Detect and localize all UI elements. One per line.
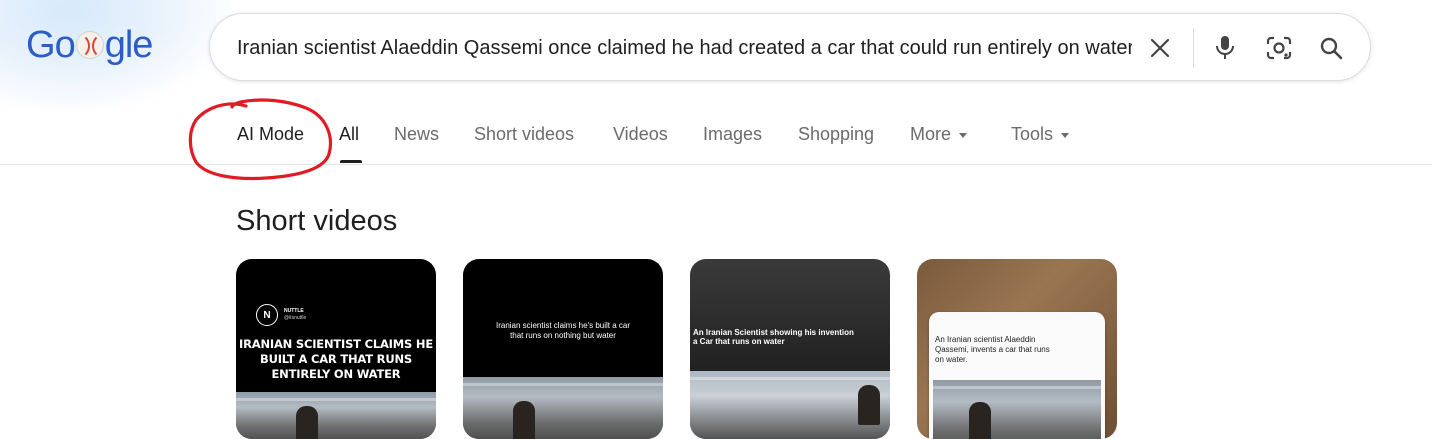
channel-logo-icon: N bbox=[256, 304, 278, 326]
video-thumbnail-scene bbox=[933, 380, 1101, 439]
video-caption: An Iranian Scientist showing his inventi… bbox=[693, 328, 854, 346]
active-tab-indicator bbox=[340, 160, 362, 163]
tab-ai-mode[interactable]: AI Mode bbox=[237, 124, 304, 145]
short-video-card[interactable]: An Iranian scientist Alaeddin Qassemi, i… bbox=[917, 259, 1117, 439]
chevron-down-icon bbox=[1061, 132, 1070, 138]
chevron-down-icon bbox=[959, 132, 968, 138]
short-video-card[interactable]: N NUTTLE @itsnuttle IRANIAN SCIENTIST CL… bbox=[236, 259, 436, 439]
short-video-card[interactable]: An Iranian Scientist showing his inventi… bbox=[690, 259, 890, 439]
tab-videos[interactable]: Videos bbox=[613, 124, 668, 145]
channel-badge: N NUTTLE @itsnuttle bbox=[256, 304, 306, 326]
search-tabs: AI Mode All News Short videos Videos Ima… bbox=[0, 112, 1432, 165]
google-logo[interactable]: Go gle bbox=[26, 20, 153, 70]
baseball-doodle-icon bbox=[75, 31, 104, 59]
video-thumbnail-scene bbox=[236, 392, 436, 439]
tools-label: Tools bbox=[1011, 124, 1054, 144]
channel-name: NUTTLE bbox=[284, 308, 304, 314]
video-inner-frame: An Iranian scientist Alaeddin Qassemi, i… bbox=[929, 312, 1105, 439]
short-video-card[interactable]: Iranian scientist claims he's built a ca… bbox=[463, 259, 663, 439]
video-caption: An Iranian scientist Alaeddin Qassemi, i… bbox=[935, 335, 1050, 364]
search-divider bbox=[1193, 28, 1194, 68]
search-box[interactable] bbox=[209, 13, 1371, 81]
video-thumbnail-scene bbox=[463, 377, 663, 439]
tab-short-videos[interactable]: Short videos bbox=[474, 124, 574, 145]
close-icon[interactable] bbox=[1144, 32, 1176, 64]
search-icon[interactable] bbox=[1315, 32, 1347, 64]
search-input[interactable] bbox=[237, 28, 1132, 68]
tab-more-label: More bbox=[910, 124, 952, 144]
tab-shopping[interactable]: Shopping bbox=[798, 124, 874, 145]
tab-images[interactable]: Images bbox=[703, 124, 762, 145]
mic-icon[interactable] bbox=[1209, 32, 1241, 64]
short-videos-heading: Short videos bbox=[236, 205, 398, 237]
tools-button[interactable]: Tools bbox=[1011, 124, 1070, 145]
tab-more[interactable]: More bbox=[910, 124, 968, 145]
tab-all[interactable]: All bbox=[339, 124, 359, 145]
video-thumbnail-scene bbox=[690, 371, 890, 439]
video-caption: Iranian scientist claims he's built a ca… bbox=[495, 321, 631, 340]
channel-handle: @itsnuttle bbox=[284, 315, 307, 321]
tab-news[interactable]: News bbox=[394, 124, 439, 145]
lens-icon[interactable] bbox=[1263, 32, 1295, 64]
video-headline: IRANIAN SCIENTIST CLAIMS HE BUILT A CAR … bbox=[239, 337, 433, 381]
